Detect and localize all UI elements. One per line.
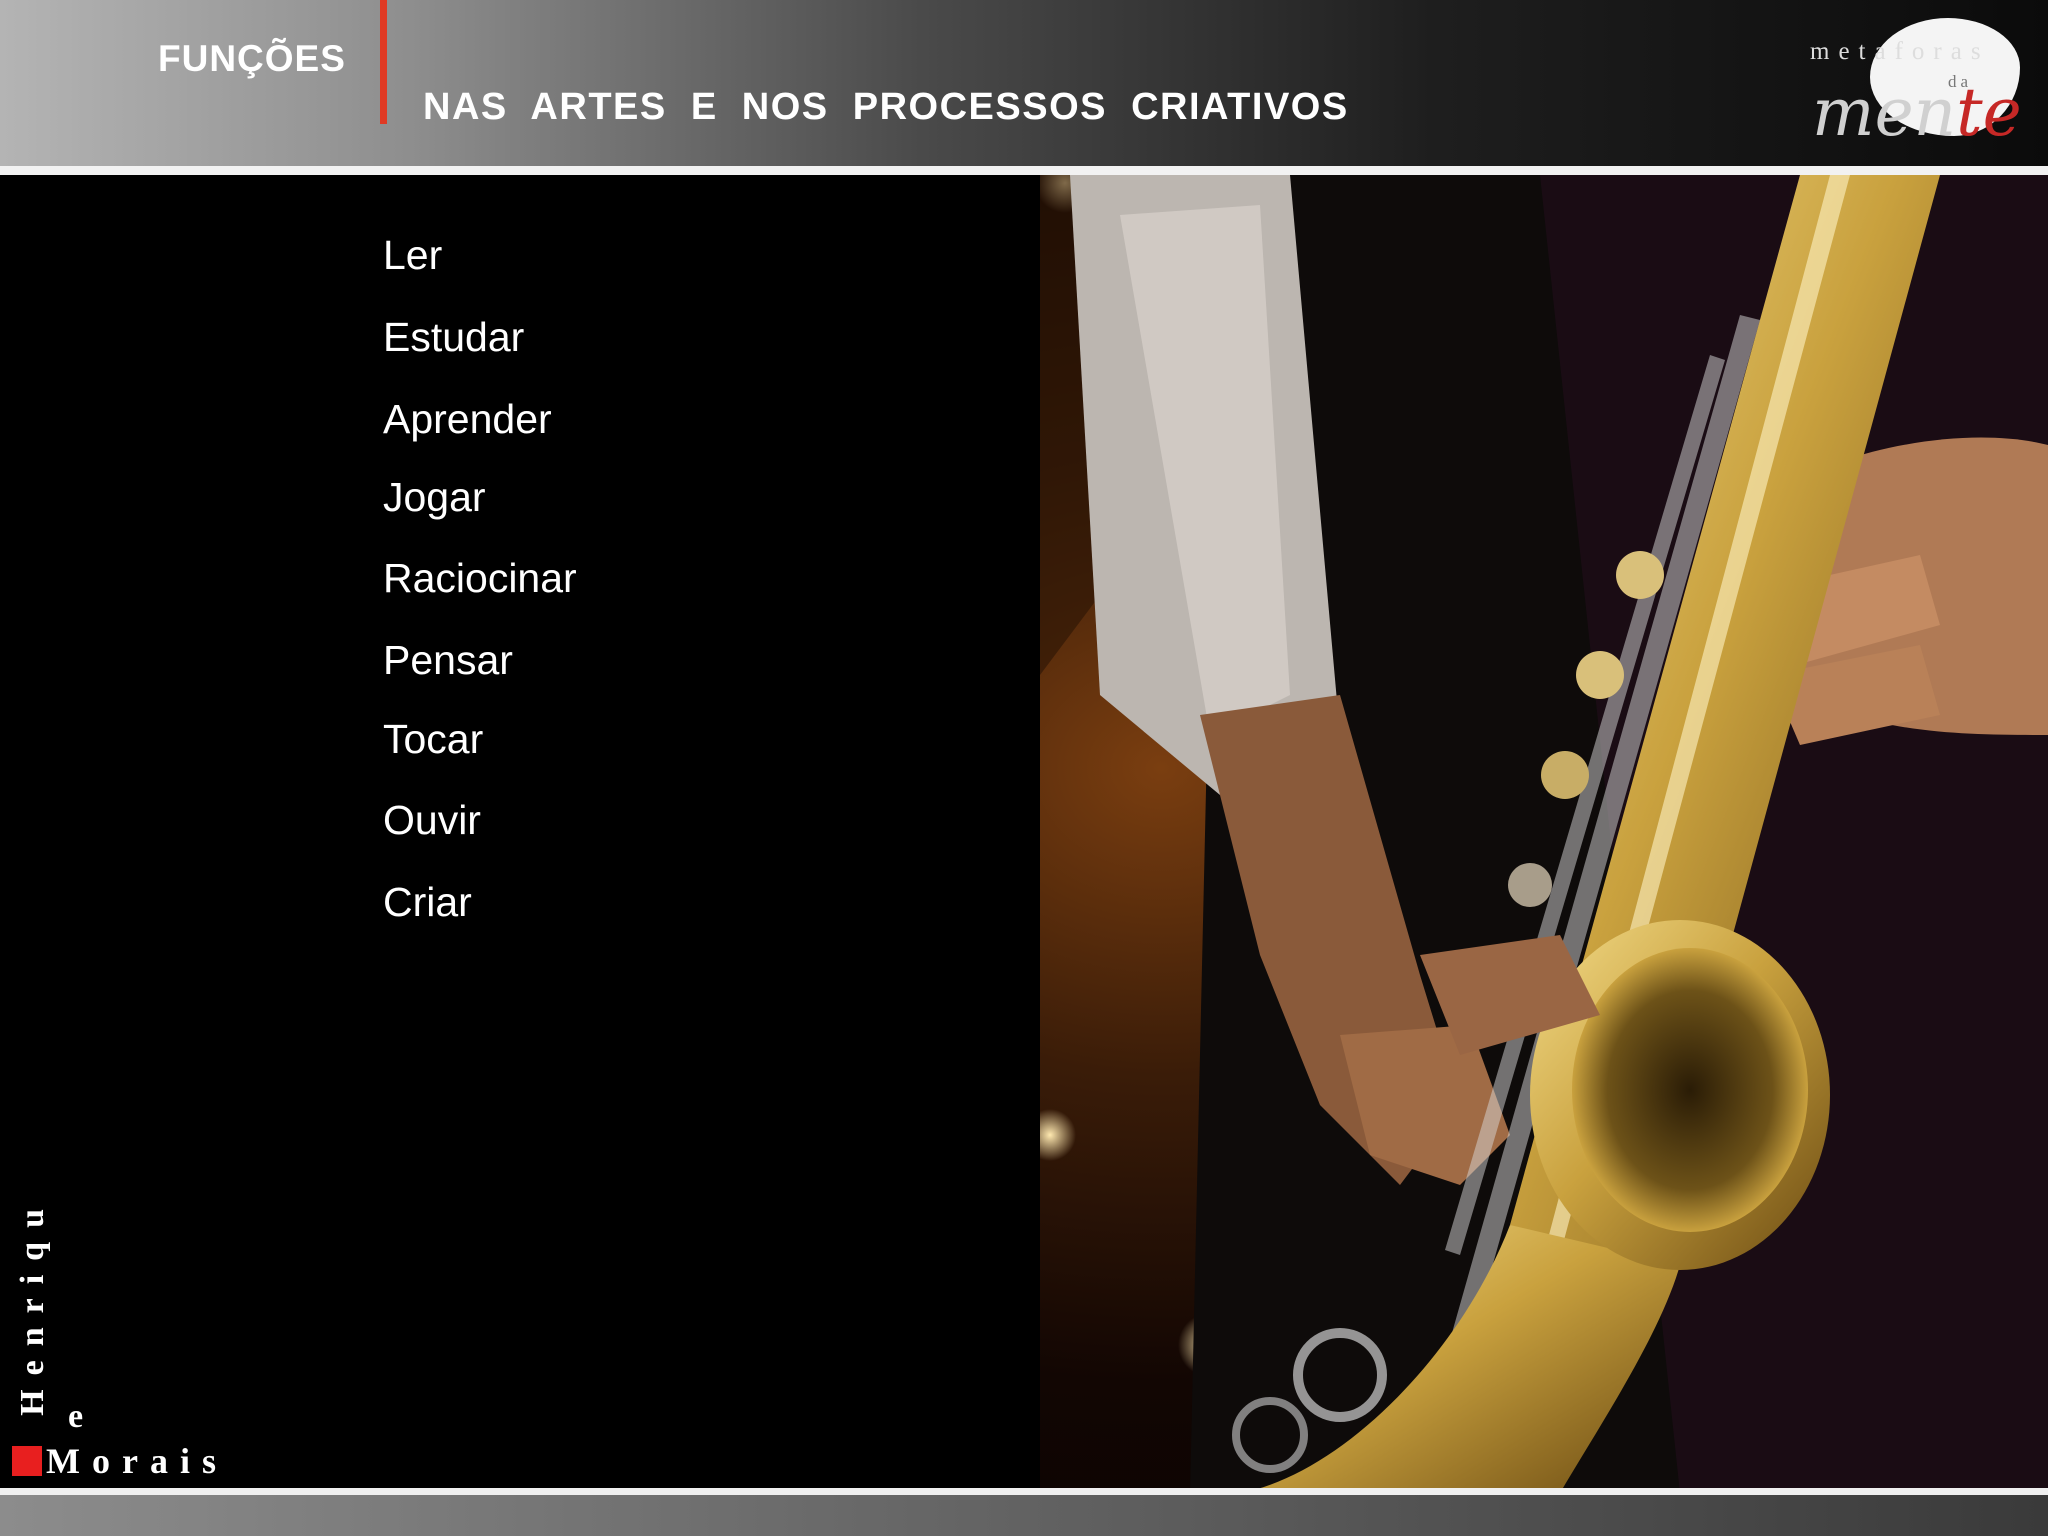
list-item: Raciocinar [383, 555, 577, 601]
list-item: Pensar [383, 637, 513, 683]
header-bar [0, 0, 2048, 168]
slide-title: FUNÇÕES [158, 38, 346, 79]
list-item: Aprender [383, 396, 552, 442]
header-divider-line [0, 166, 2048, 175]
list-item: Jogar [383, 474, 486, 520]
list-item: Estudar [383, 314, 525, 360]
logo-main-text: mente [1812, 80, 2022, 146]
list-item: Ler [383, 232, 443, 278]
logo-main-suffix: te [1956, 74, 2022, 151]
title-red-divider [380, 0, 387, 124]
footer-bar [0, 1495, 2048, 1536]
author-vertical-name: Henriqu [14, 1195, 51, 1416]
list-item: Criar [383, 879, 472, 925]
author-red-square [12, 1446, 42, 1476]
slide-subtitle: NAS ARTES E NOS PROCESSOS CRIATIVOS [423, 86, 1349, 128]
metaforas-da-mente-logo: metaforas da mente [1800, 12, 2035, 152]
saxophone-illustration [1040, 175, 2048, 1493]
list-item: Ouvir [383, 797, 481, 843]
author-name-e: e [68, 1398, 84, 1435]
logo-top-text: metaforas [1810, 38, 1990, 65]
author-last-name: Morais [46, 1441, 228, 1481]
logo-main-prefix: men [1812, 74, 1957, 151]
saxophone-photo [1040, 175, 2048, 1493]
footer-divider-line [0, 1488, 2048, 1495]
list-item: Tocar [383, 716, 484, 762]
